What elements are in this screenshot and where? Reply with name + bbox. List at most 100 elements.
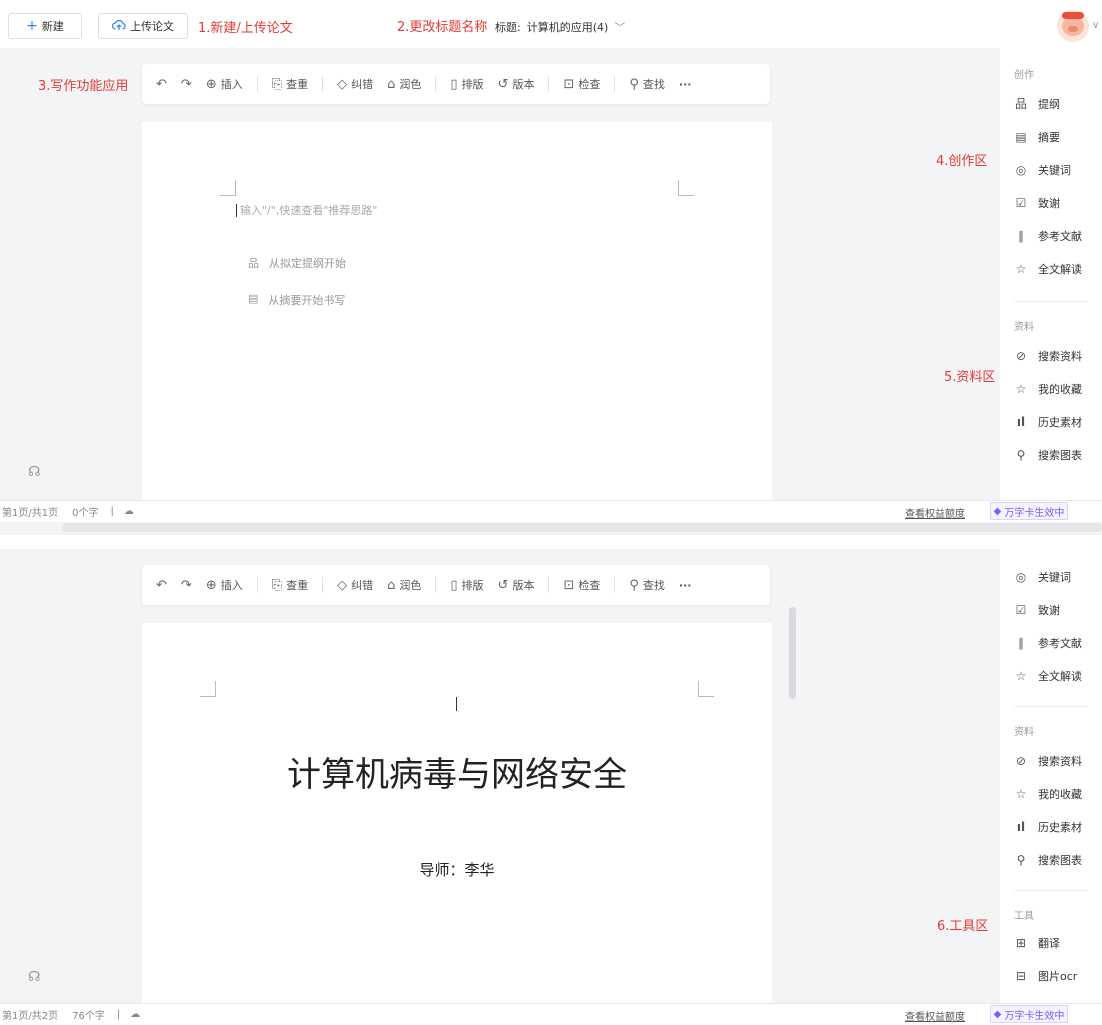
version-label: 版本 bbox=[512, 579, 535, 592]
advisor-line[interactable]: 导师：李华 bbox=[142, 859, 772, 880]
quota-link[interactable]: 查看权益额度 bbox=[905, 1008, 965, 1023]
editor-toolbar: ↶ ↷ ⊕ 插入 ⎘ 查重 ◇ 纠错 ⌂ 润色 ▯ 排版 ↺ 版本 ⊡ 检查 ⚲ 查找 ··· bbox=[142, 565, 770, 605]
dup-check-button[interactable]: ⎘ 查重 bbox=[272, 76, 308, 92]
sidebar-label: 翻译 bbox=[1038, 936, 1060, 950]
more-button[interactable]: ··· bbox=[679, 579, 692, 592]
insert-button[interactable]: ⊕ 插入 bbox=[206, 76, 243, 92]
check-doc-icon: ⊡ bbox=[563, 76, 575, 92]
eraser-icon: ◇ bbox=[337, 76, 348, 92]
support-headset-icon[interactable]: ☊ bbox=[28, 464, 40, 480]
sidebar-item-abstract[interactable]: ▤ 摘要 bbox=[1000, 120, 1102, 153]
new-button[interactable]: + 新建 bbox=[8, 13, 82, 39]
plus-circle-icon: ⊕ bbox=[205, 76, 217, 92]
star-icon: ☆ bbox=[1015, 668, 1027, 683]
sidebar-divider bbox=[1014, 301, 1088, 302]
check-button[interactable]: ⊡ 检查 bbox=[563, 76, 600, 92]
books-icon: ∥ bbox=[1018, 635, 1024, 650]
sync-cloud-icon[interactable]: ☁ bbox=[130, 1009, 140, 1020]
polish-button[interactable]: ⌂ 润色 bbox=[387, 577, 421, 593]
graduation-cap-icon: ⌂ bbox=[387, 577, 396, 593]
layout-icon: ▯ bbox=[450, 76, 458, 92]
start-from-outline[interactable]: 品 从拟定提纲开始 bbox=[248, 255, 346, 271]
upload-paper-button[interactable]: 上传论文 bbox=[98, 13, 188, 39]
sidebar-label: 全文解读 bbox=[1038, 262, 1082, 276]
toolbar-divider bbox=[614, 76, 616, 92]
sidebar-label: 摘要 bbox=[1038, 130, 1060, 144]
sidebar-item-favorites[interactable]: ☆ 我的收藏 bbox=[1000, 372, 1102, 405]
redo-button[interactable]: ↷ bbox=[181, 578, 192, 593]
quota-link[interactable]: 查看权益额度 bbox=[905, 505, 965, 520]
sidebar-item-translate[interactable]: ⊞ 翻译 bbox=[1000, 926, 1102, 959]
margin-corner-tr bbox=[698, 681, 714, 697]
layout-button[interactable]: ▯ 排版 bbox=[450, 577, 483, 593]
find-button[interactable]: ⚲ 查找 bbox=[629, 76, 665, 92]
cloud-upload-icon bbox=[111, 19, 126, 34]
new-label: 新建 bbox=[41, 20, 64, 33]
editor-placeholder[interactable]: 输入"/",快速查看"推荐思路" bbox=[236, 202, 377, 218]
bar-chart-icon: ıl bbox=[1016, 414, 1026, 429]
sidebar-item-search-materials[interactable]: ⊘ 搜索资料 bbox=[1000, 339, 1102, 372]
correct-button[interactable]: ◇ 纠错 bbox=[337, 577, 373, 593]
start-from-abstract[interactable]: ▤ 从摘要开始书写 bbox=[248, 292, 345, 308]
sidebar-item-search-charts[interactable]: ⚲ 搜索图表 bbox=[1000, 438, 1102, 471]
editor-page[interactable]: 输入"/",快速查看"推荐思路" 品 从拟定提纲开始 ▤ 从摘要开始书写 bbox=[142, 122, 772, 502]
layout-icon: ▯ bbox=[450, 577, 458, 593]
sync-cloud-icon[interactable]: ☁ bbox=[124, 506, 134, 517]
vertical-scrollbar[interactable] bbox=[789, 607, 796, 699]
sidebar-label: 我的收藏 bbox=[1038, 382, 1082, 396]
sidebar-item-history[interactable]: ıl 历史素材 bbox=[1000, 405, 1102, 438]
sidebar-item-search-charts[interactable]: ⚲ 搜索图表 bbox=[1000, 843, 1102, 876]
sidebar-item-references[interactable]: ∥ 参考文献 bbox=[1000, 626, 1102, 659]
sidebar-item-thanks[interactable]: ☑ 致谢 bbox=[1000, 186, 1102, 219]
word-card-badge[interactable]: ◆ 万字卡生效中 bbox=[990, 1005, 1068, 1023]
title-selector[interactable]: 标题: 计算机的应用(4) ﹀ bbox=[495, 19, 625, 35]
version-button[interactable]: ↺ 版本 bbox=[498, 76, 535, 92]
sidebar-item-full-read[interactable]: ☆ 全文解读 bbox=[1000, 252, 1102, 285]
undo-button[interactable]: ↶ bbox=[156, 77, 167, 92]
document-title[interactable]: 计算机病毒与网络安全 bbox=[142, 747, 772, 796]
sidebar-item-keywords[interactable]: ◎ 关键词 bbox=[1000, 560, 1102, 593]
redo-button[interactable]: ↷ bbox=[181, 77, 192, 92]
sidebar-item-ocr[interactable]: ⊟ 图片ocr bbox=[1000, 959, 1102, 992]
check-button[interactable]: ⊡ 检查 bbox=[563, 577, 600, 593]
sidebar-item-history[interactable]: ıl 历史素材 bbox=[1000, 810, 1102, 843]
word-card-badge[interactable]: ◆ 万字卡生效中 bbox=[990, 502, 1068, 520]
annotation-create: 4.创作区 bbox=[936, 154, 988, 169]
avatar-chevron-icon[interactable]: ∨ bbox=[1092, 20, 1099, 31]
sidebar-item-search-materials[interactable]: ⊘ 搜索资料 bbox=[1000, 744, 1102, 777]
editor-toolbar: ↶ ↷ ⊕ 插入 ⎘ 查重 ◇ 纠错 ⌂ 润色 ▯ 排版 ↺ 版本 ⊡ 检查 ⚲ 查找 ··· bbox=[142, 64, 770, 104]
undo-button[interactable]: ↶ bbox=[156, 578, 167, 593]
version-button[interactable]: ↺ 版本 bbox=[498, 577, 535, 593]
horizontal-scrollbar[interactable] bbox=[62, 523, 1102, 532]
polish-button[interactable]: ⌂ 润色 bbox=[387, 76, 421, 92]
dup-check-button[interactable]: ⎘ 查重 bbox=[272, 577, 308, 593]
sidebar-label: 提纲 bbox=[1038, 97, 1060, 111]
layout-button[interactable]: ▯ 排版 bbox=[450, 76, 483, 92]
sidebar-item-thanks[interactable]: ☑ 致谢 bbox=[1000, 593, 1102, 626]
text-cursor bbox=[236, 203, 237, 217]
correct-label: 纠错 bbox=[351, 579, 374, 592]
insert-label: 插入 bbox=[220, 78, 243, 91]
plus-icon: + bbox=[26, 18, 38, 34]
sidebar-item-outline[interactable]: 品提纲 bbox=[1000, 87, 1102, 120]
find-button[interactable]: ⚲ 查找 bbox=[629, 577, 665, 593]
dup-check-label: 查重 bbox=[286, 78, 309, 91]
correct-button[interactable]: ◇ 纠错 bbox=[337, 76, 373, 92]
avatar[interactable] bbox=[1057, 10, 1089, 42]
more-button[interactable]: ··· bbox=[679, 78, 692, 91]
editor-page[interactable]: 计算机病毒与网络安全 导师：李华 bbox=[142, 623, 772, 1010]
annotation-materials: 5.资料区 bbox=[944, 370, 996, 385]
sidebar-item-full-read[interactable]: ☆ 全文解读 bbox=[1000, 659, 1102, 692]
sidebar-item-favorites[interactable]: ☆ 我的收藏 bbox=[1000, 777, 1102, 810]
insert-button[interactable]: ⊕ 插入 bbox=[206, 577, 243, 593]
top-pane: + 新建 上传论文 1.新建/上传论文 2.更改标题名称 标题: 计算机的应用(… bbox=[0, 0, 1102, 535]
thanks-box-icon: ☑ bbox=[1015, 195, 1027, 210]
sidebar-label: 历史素材 bbox=[1038, 820, 1082, 834]
sidebar-item-references[interactable]: ∥ 参考文献 bbox=[1000, 219, 1102, 252]
thanks-box-icon: ☑ bbox=[1015, 602, 1027, 617]
sidebar-item-keywords[interactable]: ◎ 关键词 bbox=[1000, 153, 1102, 186]
diamond-icon: ◆ bbox=[993, 505, 1002, 517]
support-headset-icon[interactable]: ☊ bbox=[28, 969, 40, 985]
status-separator: | bbox=[110, 506, 114, 517]
toolbar-divider bbox=[256, 577, 258, 593]
